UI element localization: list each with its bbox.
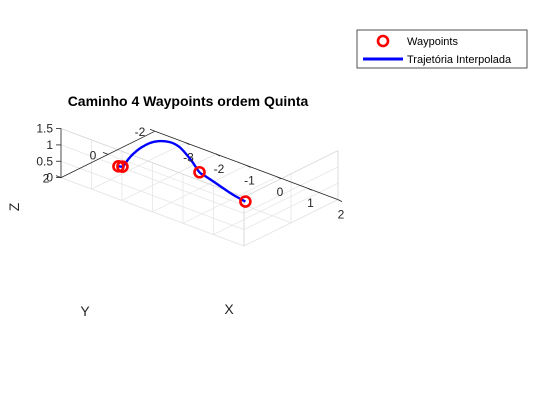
x-axis-label: X bbox=[224, 301, 234, 317]
y-axis-label: Y bbox=[80, 303, 90, 319]
z-tick-label: 1 bbox=[46, 138, 53, 152]
legend[interactable]: Waypoints Trajetória Interpolada bbox=[356, 29, 528, 69]
z-axis-label: Z bbox=[6, 202, 22, 211]
legend-trajectory-label: Trajetória Interpolada bbox=[407, 54, 512, 66]
chart-figure: -3-2-1012-20200.511.5XYZ Caminho 4 Waypo… bbox=[0, 0, 560, 420]
y-tick-label: -2 bbox=[135, 125, 146, 139]
y-tick-label: 0 bbox=[90, 148, 97, 162]
x-tick-label: -3 bbox=[183, 151, 194, 165]
legend-waypoints-label: Waypoints bbox=[407, 36, 458, 48]
chart-title: Caminho 4 Waypoints ordem Quinta bbox=[68, 93, 309, 109]
z-tick-label: 0 bbox=[46, 171, 53, 185]
z-tick-label: 0.5 bbox=[36, 154, 53, 168]
x-tick-label: 0 bbox=[277, 185, 284, 199]
z-tick-label: 1.5 bbox=[36, 122, 53, 136]
x-tick-label: -1 bbox=[244, 173, 255, 187]
x-tick-label: 1 bbox=[307, 196, 314, 210]
x-tick-label: -2 bbox=[214, 162, 225, 176]
x-tick-label: 2 bbox=[338, 208, 345, 222]
